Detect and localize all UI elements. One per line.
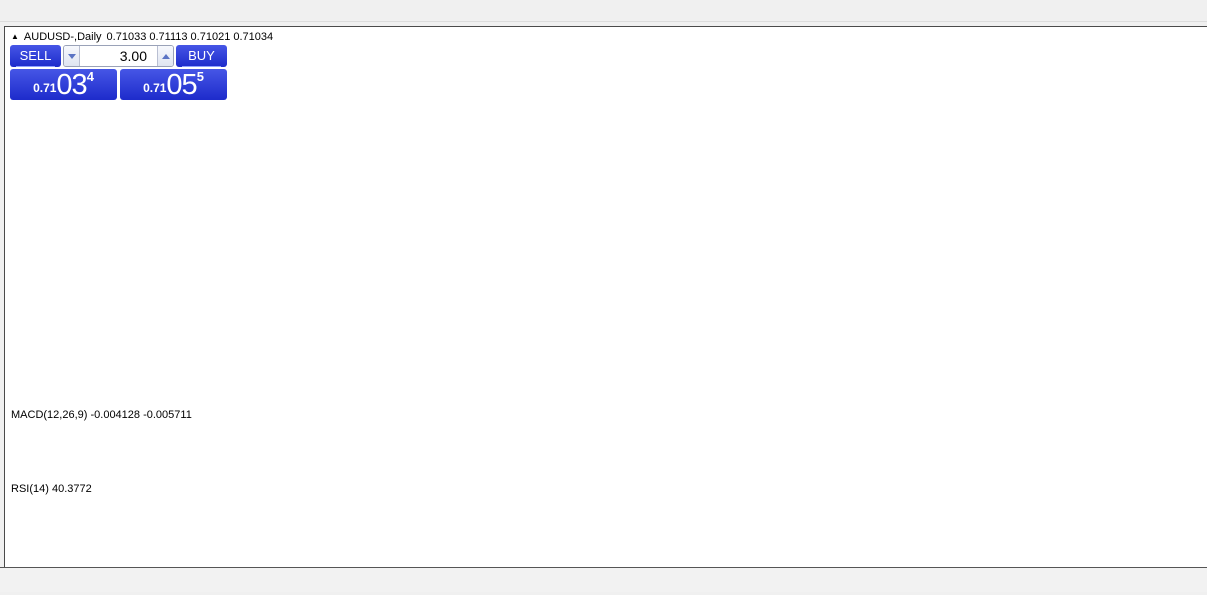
spinner-up-icon <box>161 53 170 59</box>
ask-big-digits: 05 <box>166 69 197 101</box>
chart-symbol-label: AUDUSD-,Daily <box>23 31 102 43</box>
spinner-down-icon <box>67 53 76 59</box>
chart-tab-bar <box>0 567 1207 592</box>
ask-prefix: 0.71 <box>143 81 167 95</box>
buy-button[interactable]: BUY <box>176 45 227 67</box>
volume-input[interactable] <box>80 46 157 66</box>
volume-spinner <box>63 45 174 67</box>
macd-indicator-label: MACD(12,26,9) -0.004128 -0.005711 <box>11 409 192 421</box>
macd-name: MACD(12,26,9) <box>11 409 88 421</box>
chart-title: ▲ AUDUSD-,Daily 0.71033 0.71113 0.71021 … <box>11 31 273 43</box>
ask-pipette: 5 <box>196 69 204 84</box>
chart-ohlc-values: 0.71033 0.71113 0.71021 0.71034 <box>106 31 274 43</box>
bid-big-digits: 03 <box>56 69 87 101</box>
rsi-indicator-label: RSI(14) 40.3772 <box>11 483 92 495</box>
bid-pipette: 4 <box>86 69 94 84</box>
volume-decrease-button[interactable] <box>64 46 80 66</box>
rsi-name: RSI(14) <box>11 483 49 495</box>
chart-shift-icon: ▲ <box>11 32 19 41</box>
sell-price-button[interactable]: 0.71 03 4 <box>10 69 117 100</box>
macd-values: -0.004128 -0.005711 <box>90 409 192 421</box>
mt4-window: ▲ AUDUSD-,Daily 0.71033 0.71113 0.71021 … <box>0 0 1207 595</box>
sell-button-label: SELL <box>16 48 55 67</box>
bid-prefix: 0.71 <box>33 81 57 95</box>
one-click-trading-panel: SELL BUY 0.71 03 4 0.71 <box>10 45 227 100</box>
sell-button[interactable]: SELL <box>10 45 61 67</box>
rsi-value: 40.3772 <box>51 483 92 495</box>
buy-price-button[interactable]: 0.71 05 5 <box>120 69 227 100</box>
volume-increase-button[interactable] <box>157 46 173 66</box>
buy-button-label: BUY <box>182 48 221 67</box>
